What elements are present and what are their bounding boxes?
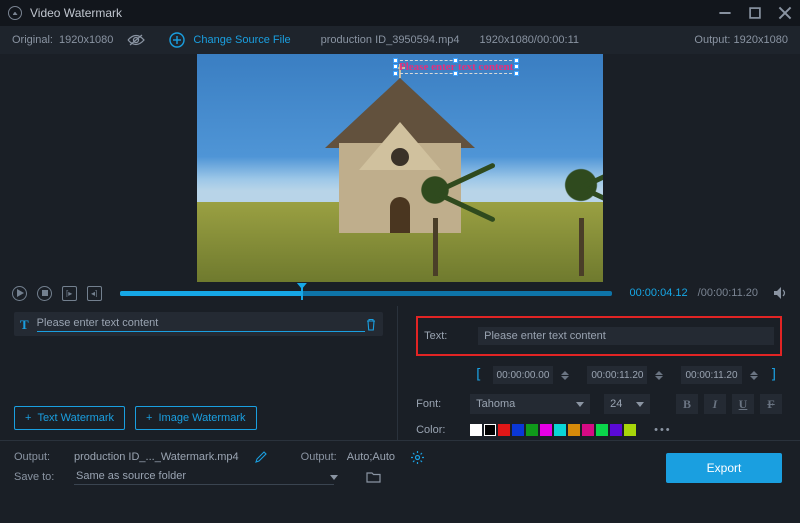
resize-handle[interactable] — [514, 64, 519, 69]
color-label: Color: — [416, 424, 456, 436]
italic-button[interactable]: I — [704, 394, 726, 414]
bold-button[interactable]: B — [676, 394, 698, 414]
app-logo-icon — [8, 6, 22, 20]
range-start-bracket[interactable]: [ — [470, 368, 486, 382]
layer-label: Please enter text content — [37, 317, 365, 332]
color-swatch[interactable] — [498, 424, 510, 436]
add-text-watermark-button[interactable]: +Text Watermark — [14, 406, 125, 430]
svg-text:[▸: [▸ — [66, 289, 72, 297]
color-swatch[interactable] — [470, 424, 482, 436]
chevron-down-icon — [636, 402, 644, 407]
plus-icon: + — [25, 412, 31, 424]
range-end-input[interactable]: 00:00:11.20 — [587, 366, 647, 384]
chevron-down-icon — [330, 475, 338, 480]
font-size-select[interactable]: 24 — [604, 394, 650, 414]
font-label: Font: — [416, 398, 456, 410]
output-preset-label: Output: — [301, 451, 337, 463]
plus-icon: + — [146, 412, 152, 424]
color-swatch[interactable] — [596, 424, 608, 436]
resize-handle[interactable] — [393, 71, 398, 76]
save-path[interactable]: Same as source folder — [74, 470, 334, 485]
output-settings-button[interactable] — [411, 451, 424, 464]
range-start-input[interactable]: 00:00:00.00 — [493, 366, 554, 384]
strikethrough-button[interactable]: F — [760, 394, 782, 414]
color-swatch[interactable] — [526, 424, 538, 436]
maximize-button[interactable] — [748, 6, 762, 20]
color-swatch[interactable] — [624, 424, 636, 436]
delete-layer-button[interactable] — [365, 318, 377, 331]
add-image-watermark-button[interactable]: +Image Watermark — [135, 406, 256, 430]
watermark-overlay[interactable]: Please enter text content — [395, 60, 517, 74]
output-label: Output: 1920x1080 — [694, 34, 788, 46]
change-source-button[interactable]: Change Source File — [169, 32, 290, 48]
step-up-button[interactable] — [655, 371, 663, 375]
original-label: Original: — [12, 34, 53, 46]
mark-in-button[interactable]: [▸ — [62, 286, 77, 301]
video-preview[interactable]: Please enter text content — [197, 54, 603, 282]
timeline-slider[interactable] — [120, 286, 612, 300]
step-down-button[interactable] — [561, 376, 569, 380]
mark-out-button[interactable]: ◂] — [87, 286, 102, 301]
original-resolution: 1920x1080 — [59, 34, 113, 46]
resize-handle[interactable] — [514, 58, 519, 63]
color-swatch[interactable] — [554, 424, 566, 436]
volume-icon[interactable] — [774, 287, 788, 299]
step-up-button[interactable] — [750, 371, 758, 375]
current-time: 00:00:04.12 — [630, 287, 688, 299]
save-to-label: Save to: — [14, 471, 64, 483]
app-title: Video Watermark — [30, 6, 122, 20]
export-button[interactable]: Export — [666, 453, 782, 483]
close-button[interactable] — [778, 6, 792, 20]
range-end-bracket[interactable]: ] — [766, 368, 782, 382]
source-filename: production ID_3950594.mp4 — [321, 34, 460, 46]
color-swatch[interactable] — [610, 424, 622, 436]
step-up-button[interactable] — [561, 371, 569, 375]
color-swatch-row — [470, 424, 636, 436]
font-family-select[interactable]: Tahoma — [470, 394, 590, 414]
text-property-highlight: Text: — [416, 316, 782, 356]
timeline-thumb[interactable] — [297, 286, 307, 300]
underline-button[interactable]: U — [732, 394, 754, 414]
resize-handle[interactable] — [393, 58, 398, 63]
text-layer-icon: T — [20, 318, 29, 331]
output-file-label: Output: — [14, 451, 64, 463]
chevron-down-icon — [576, 402, 584, 407]
range-duration: 00:00:11.20 — [681, 366, 741, 384]
edit-output-name-button[interactable] — [255, 451, 267, 463]
watermark-layer-item[interactable]: T Please enter text content — [14, 312, 383, 336]
play-button[interactable] — [12, 286, 27, 301]
color-swatch[interactable] — [568, 424, 580, 436]
step-down-button[interactable] — [655, 376, 663, 380]
change-source-label: Change Source File — [193, 34, 290, 46]
duration-time: /00:00:11.20 — [698, 287, 758, 299]
color-swatch[interactable] — [512, 424, 524, 436]
output-filename: production ID_..._Watermark.mp4 — [74, 451, 239, 463]
resize-handle[interactable] — [393, 64, 398, 69]
source-meta: 1920x1080/00:00:11 — [479, 34, 579, 46]
resize-handle[interactable] — [453, 71, 458, 76]
text-label: Text: — [424, 330, 464, 342]
output-preset: Auto;Auto — [347, 451, 395, 463]
color-swatch[interactable] — [540, 424, 552, 436]
plus-circle-icon — [169, 32, 185, 48]
browse-folder-button[interactable] — [366, 471, 381, 483]
svg-text:◂]: ◂] — [91, 289, 97, 297]
step-down-button[interactable] — [750, 376, 758, 380]
preview-toggle-icon[interactable] — [127, 34, 145, 46]
watermark-text-input[interactable] — [478, 327, 774, 345]
color-swatch[interactable] — [582, 424, 594, 436]
stop-button[interactable] — [37, 286, 52, 301]
color-swatch[interactable] — [484, 424, 496, 436]
resize-handle[interactable] — [514, 71, 519, 76]
resize-handle[interactable] — [453, 58, 458, 63]
more-colors-button[interactable]: ••• — [654, 424, 672, 436]
minimize-button[interactable] — [718, 6, 732, 20]
